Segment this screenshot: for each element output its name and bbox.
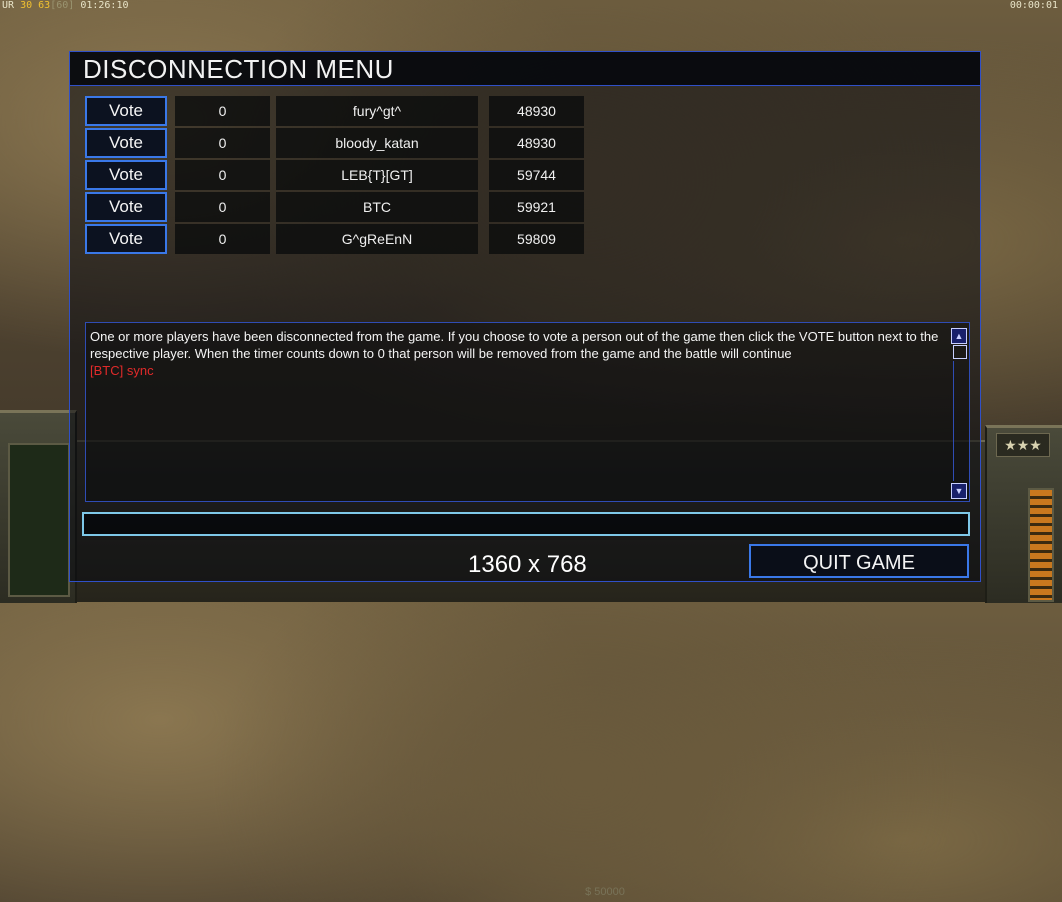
vote-count: 0 xyxy=(175,128,270,158)
radar-screen xyxy=(8,443,70,597)
status-bracket: [60] xyxy=(50,0,75,11)
status-val2: 63 xyxy=(38,0,51,11)
scrollbar-thumb[interactable] xyxy=(953,345,967,359)
vote-button[interactable]: Vote xyxy=(85,192,167,222)
status-ur: UR xyxy=(2,0,15,11)
vote-count: 0 xyxy=(175,96,270,126)
vote-count: 0 xyxy=(175,160,270,190)
vote-count: 0 xyxy=(175,192,270,222)
disconnect-timer: 00:00:01 xyxy=(1009,0,1058,11)
player-timer: 48930 xyxy=(489,128,584,158)
vote-button[interactable]: Vote xyxy=(85,160,167,190)
scrollbar-track[interactable] xyxy=(953,361,966,481)
scroll-up-icon[interactable]: ▲ xyxy=(951,328,967,344)
vote-button[interactable]: Vote xyxy=(85,96,167,126)
player-timer: 48930 xyxy=(489,96,584,126)
quit-game-button[interactable]: QUIT GAME xyxy=(749,544,969,578)
status-left: UR 30 63[60] 01:26:10 xyxy=(2,0,129,11)
dialog-title: DISCONNECTION MENU xyxy=(83,54,394,84)
money-readout: $ 50000 xyxy=(585,886,625,898)
player-timer: 59809 xyxy=(489,224,584,254)
vote-count: 0 xyxy=(175,224,270,254)
dialog-titlebar: DISCONNECTION MENU xyxy=(70,52,980,86)
player-timer: 59921 xyxy=(489,192,584,222)
player-name: fury^gt^ xyxy=(276,96,478,126)
player-timer: 59744 xyxy=(489,160,584,190)
rank-stars: ★★★ xyxy=(996,433,1050,457)
player-name: BTC xyxy=(276,192,478,222)
player-name: G^gReEnN xyxy=(276,224,478,254)
player-name: bloody_katan xyxy=(276,128,478,158)
sync-error-message: [BTC] sync xyxy=(90,363,154,378)
message-log[interactable]: One or more players have been disconnect… xyxy=(85,322,970,502)
vote-button[interactable]: Vote xyxy=(85,224,167,254)
message-text: One or more players have been disconnect… xyxy=(90,328,952,379)
disconnect-notice: One or more players have been disconnect… xyxy=(90,329,939,361)
chat-input[interactable] xyxy=(82,512,970,536)
player-name: LEB{T}[GT] xyxy=(276,160,478,190)
power-meter xyxy=(1028,488,1054,602)
vote-button[interactable]: Vote xyxy=(85,128,167,158)
game-clock: 01:26:10 xyxy=(80,0,129,11)
disconnection-dialog: DISCONNECTION MENU Vote 0 fury^gt^ 48930… xyxy=(69,51,981,582)
scroll-down-icon[interactable]: ▼ xyxy=(951,483,967,499)
hud-right-panel: ★★★ ★ xyxy=(985,425,1062,603)
status-val1: 30 xyxy=(20,0,33,11)
resolution-label: 1360 x 768 xyxy=(468,551,587,578)
hud-left-panel xyxy=(0,410,77,603)
